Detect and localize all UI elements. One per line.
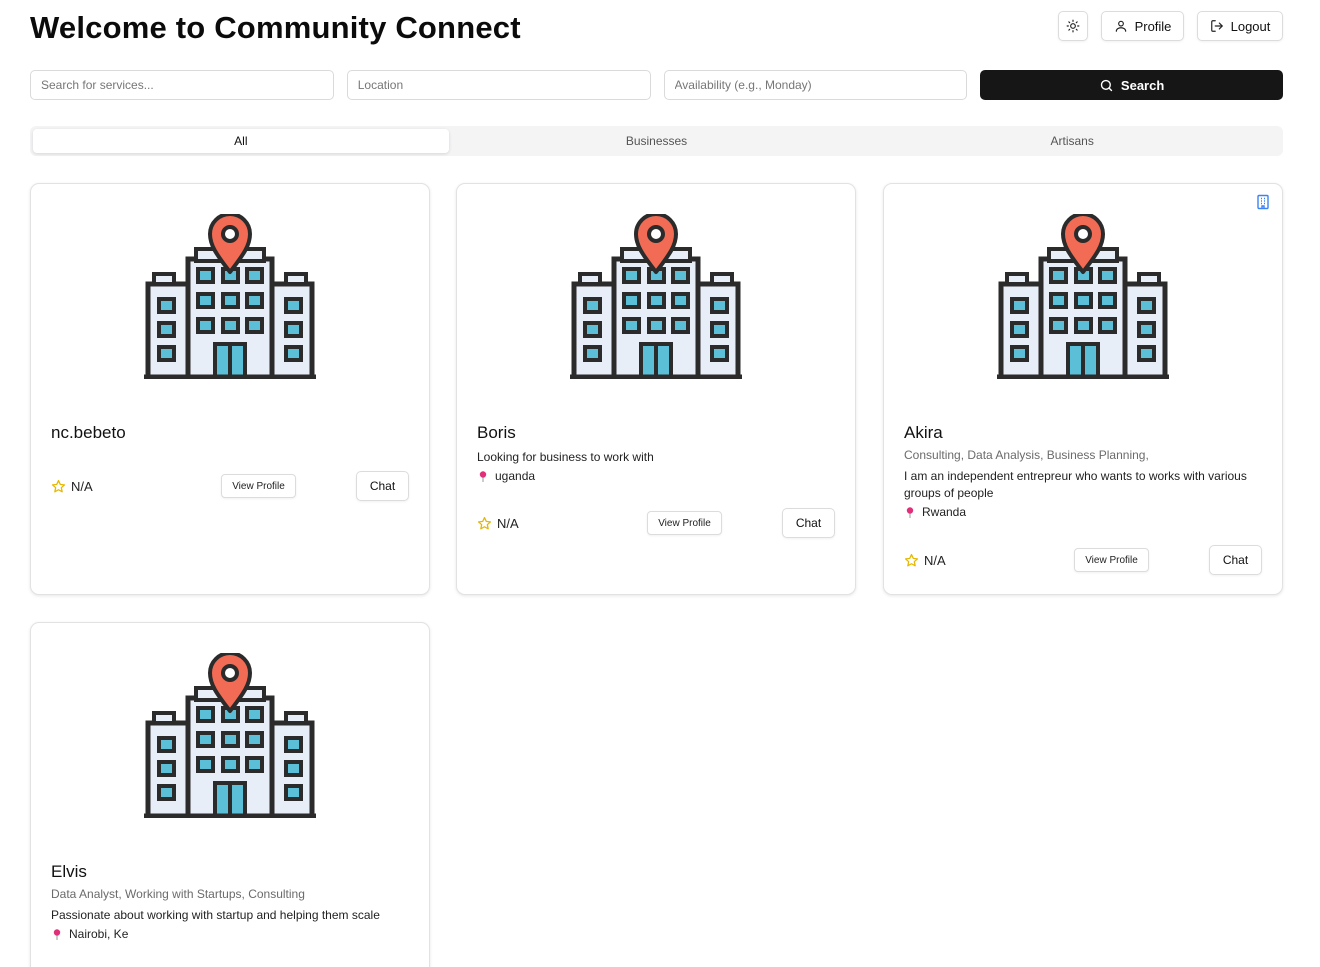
logout-icon xyxy=(1210,20,1223,32)
tab-businesses[interactable]: Businesses xyxy=(449,129,865,153)
search-bar: Search xyxy=(30,70,1283,100)
services-search-input[interactable] xyxy=(30,70,334,100)
card-body: Boris Looking for business to work with … xyxy=(477,422,835,484)
category-tabs: All Businesses Artisans xyxy=(30,126,1283,156)
provider-description: I am an independent entrepreur who wants… xyxy=(904,469,1247,500)
location-pin-icon xyxy=(53,928,61,940)
star-outline-icon xyxy=(51,479,66,492)
provider-card: Boris Looking for business to work with … xyxy=(456,183,856,595)
location-pin-icon xyxy=(906,506,914,518)
provider-services: Data Analyst, Working with Startups, Con… xyxy=(51,887,305,901)
location-pin-icon xyxy=(479,470,487,482)
provider-name: nc.bebeto xyxy=(51,423,126,442)
view-profile-button[interactable]: View Profile xyxy=(1074,548,1149,572)
provider-name: Akira xyxy=(904,423,943,442)
office-building-location-icon xyxy=(570,214,742,379)
rating: N/A xyxy=(51,479,161,494)
provider-description: Looking for business to work with xyxy=(477,450,654,464)
provider-name: Elvis xyxy=(51,862,87,881)
page-title: Welcome to Community Connect xyxy=(30,10,521,45)
location-text: Nairobi, Ke xyxy=(69,927,129,941)
chat-button[interactable]: Chat xyxy=(1209,545,1262,575)
user-icon xyxy=(1115,20,1126,32)
card-footer: N/A View Profile Chat xyxy=(904,545,1262,575)
rating-value: N/A xyxy=(924,552,946,568)
profile-button[interactable]: Profile xyxy=(1101,11,1184,41)
rating: N/A xyxy=(477,516,587,531)
star-outline-icon xyxy=(477,516,492,529)
view-profile-button[interactable]: View Profile xyxy=(647,511,722,535)
header-actions: Profile Logout xyxy=(1058,11,1283,41)
search-icon xyxy=(1100,79,1113,91)
view-profile-button[interactable]: View Profile xyxy=(221,474,296,498)
provider-card: nc.bebeto N/A View Profile Chat xyxy=(30,183,430,595)
provider-services: Consulting, Data Analysis, Business Plan… xyxy=(904,448,1149,462)
tab-all[interactable]: All xyxy=(33,129,449,153)
location-text: uganda xyxy=(495,469,536,483)
card-body: nc.bebeto xyxy=(51,422,409,444)
chat-button[interactable]: Chat xyxy=(356,471,409,501)
provider-name: Boris xyxy=(477,423,516,442)
location-text: Rwanda xyxy=(922,505,967,519)
availability-input[interactable] xyxy=(663,70,968,100)
logout-button[interactable]: Logout xyxy=(1197,11,1283,41)
office-building-location-icon xyxy=(144,214,316,379)
provider-location: Rwanda xyxy=(904,504,1262,520)
card-body: Akira Consulting, Data Analysis, Busines… xyxy=(904,422,1262,520)
provider-card: Elvis Data Analyst, Working with Startup… xyxy=(30,622,430,967)
star-outline-icon xyxy=(904,553,919,566)
tab-artisans[interactable]: Artisans xyxy=(864,129,1280,153)
building-icon xyxy=(1257,194,1269,210)
office-building-location-icon xyxy=(144,653,316,818)
logout-button-label: Logout xyxy=(1230,18,1271,34)
office-building-location-icon xyxy=(997,214,1169,379)
profile-button-label: Profile xyxy=(1134,18,1172,34)
search-button[interactable]: Search xyxy=(980,70,1283,100)
rating: N/A xyxy=(904,553,1014,568)
provider-location: uganda xyxy=(477,468,835,484)
rating-value: N/A xyxy=(497,515,519,531)
location-input[interactable] xyxy=(346,70,651,100)
sun-icon xyxy=(1066,19,1080,33)
theme-toggle-button[interactable] xyxy=(1058,11,1088,41)
chat-button[interactable]: Chat xyxy=(782,508,835,538)
card-footer: N/A View Profile Chat xyxy=(477,508,835,538)
provider-location: Nairobi, Ke xyxy=(51,926,409,942)
provider-description: Passionate about working with startup an… xyxy=(51,908,380,922)
search-button-label: Search xyxy=(1120,77,1165,93)
provider-card: Akira Consulting, Data Analysis, Busines… xyxy=(883,183,1283,595)
card-footer: N/A View Profile Chat xyxy=(51,471,409,501)
rating-value: N/A xyxy=(71,478,93,494)
card-body: Elvis Data Analyst, Working with Startup… xyxy=(51,861,409,942)
